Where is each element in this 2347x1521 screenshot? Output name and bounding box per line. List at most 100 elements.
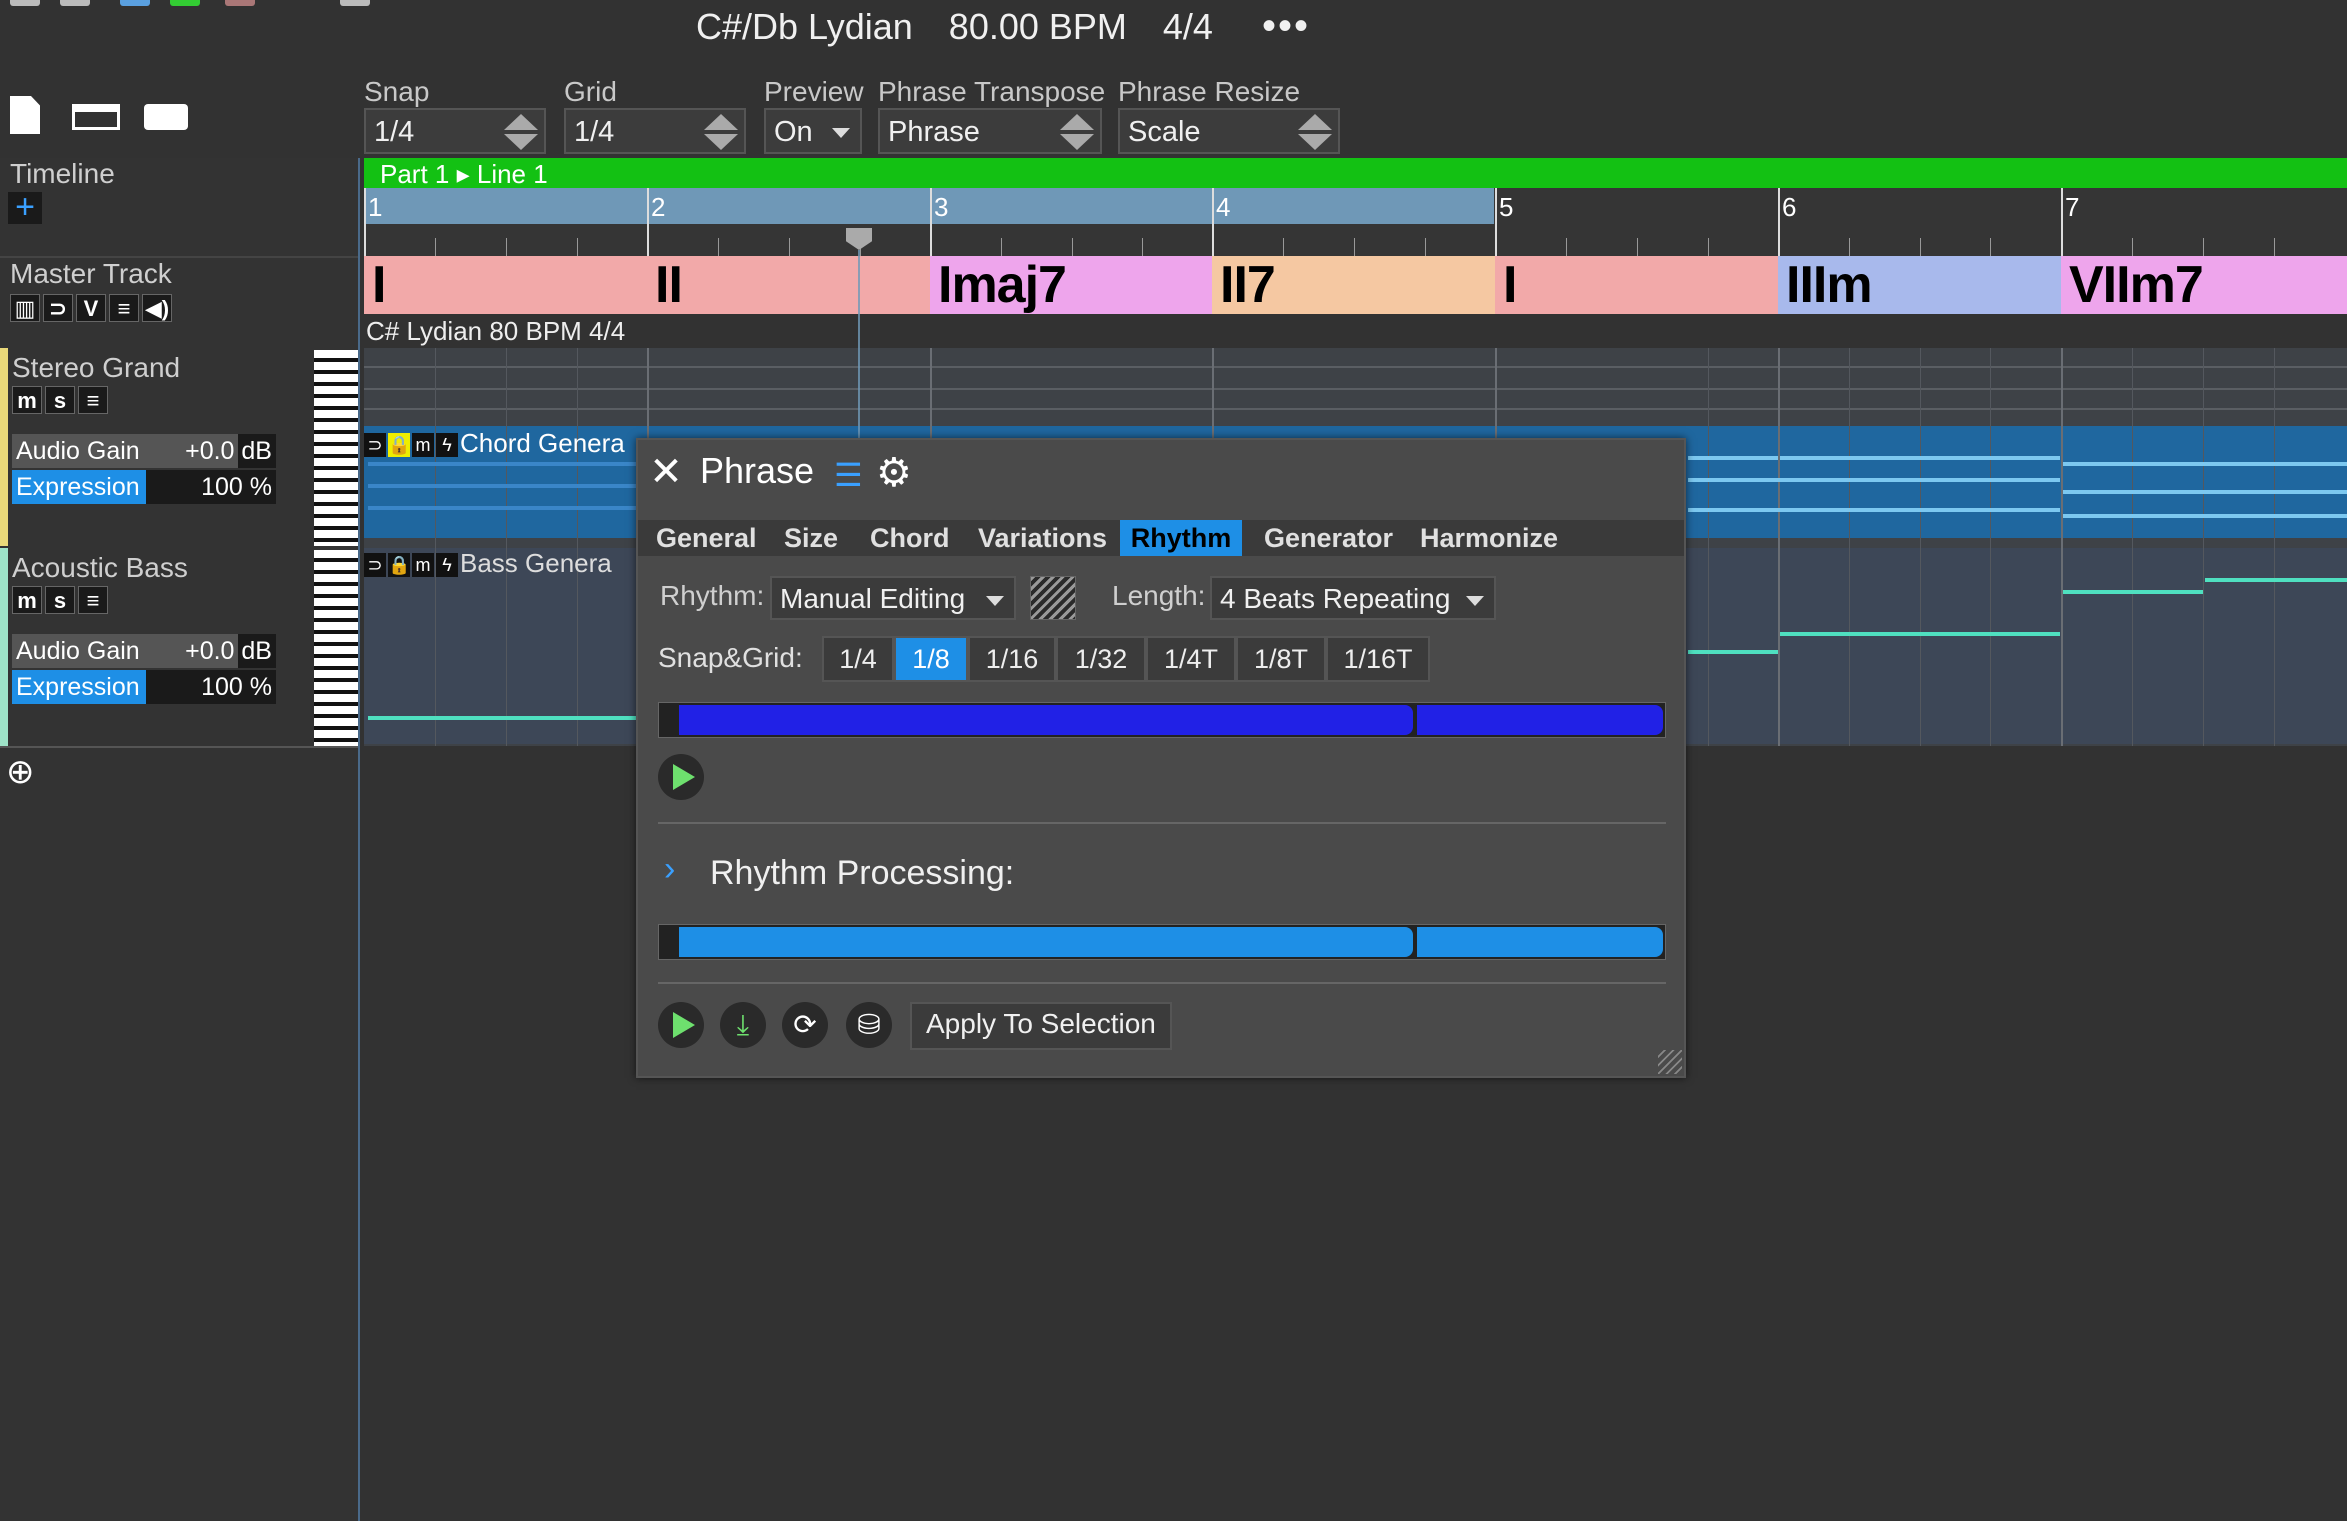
chord-region-header[interactable]: ⊃ 🔒 m ϟ Chord Genera xyxy=(364,428,625,458)
chord-block[interactable]: II7 xyxy=(1212,256,1495,314)
rhythm-note[interactable] xyxy=(1417,705,1663,735)
tab-rhythm[interactable]: Rhythm xyxy=(1120,520,1242,556)
chord-block[interactable]: II xyxy=(647,256,930,314)
loop-button[interactable]: ⊃ xyxy=(43,294,73,322)
bass-region-name: Bass Genera xyxy=(460,548,612,578)
loop-icon[interactable]: ⊃ xyxy=(364,553,386,578)
snap-spinner[interactable]: 1/4 xyxy=(364,108,546,154)
speaker-button[interactable]: ◀) xyxy=(142,294,172,322)
audio-gain-slider[interactable]: Audio Gain +0.0 dB xyxy=(12,634,276,668)
variation-button[interactable]: V xyxy=(76,294,106,322)
add-marker-icon[interactable]: + xyxy=(8,190,42,224)
tab-chord[interactable]: Chord xyxy=(864,520,955,556)
expression-slider[interactable]: Expression 100 % xyxy=(12,670,276,704)
record-icon[interactable] xyxy=(225,0,255,6)
tab-general[interactable]: General xyxy=(650,520,763,556)
snapgrid-option-1-8[interactable]: 1/8 xyxy=(894,636,968,682)
rhythm-dropdown[interactable]: Manual Editing xyxy=(770,576,1016,620)
spin-arrows-icon[interactable] xyxy=(1298,114,1332,150)
solo-button[interactable]: s xyxy=(45,586,75,614)
phrase-resize-spinner[interactable]: Scale xyxy=(1118,108,1340,154)
piano-keys[interactable] xyxy=(314,550,358,746)
phrase-transpose-spinner[interactable]: Phrase xyxy=(878,108,1102,154)
tab-variations[interactable]: Variations xyxy=(972,520,1113,556)
mute-button[interactable]: m xyxy=(12,586,42,614)
rhythm-database-icon[interactable] xyxy=(1030,576,1076,620)
loop-icon[interactable]: ⊃ xyxy=(364,433,386,458)
add-track-icon[interactable]: ⊕ xyxy=(6,752,35,792)
length-dropdown[interactable]: 4 Beats Repeating xyxy=(1210,576,1496,620)
mute-icon[interactable]: m xyxy=(412,433,434,458)
new-file-icon[interactable] xyxy=(10,96,40,134)
spin-arrows-icon[interactable] xyxy=(504,114,538,150)
play-from-start-icon[interactable]: ⤓ xyxy=(720,1002,766,1048)
piano-roll-button[interactable]: ▥ xyxy=(10,294,40,322)
rhythm-processing-label[interactable]: Rhythm Processing: xyxy=(710,854,1014,893)
close-icon[interactable]: ✕ xyxy=(644,450,688,494)
snapgrid-option-1-16[interactable]: 1/16 xyxy=(968,636,1056,682)
part-line-bar[interactable]: Part 1 ▸ Line 1 xyxy=(364,158,2347,189)
transport-icon[interactable] xyxy=(10,0,40,6)
chord-block[interactable]: I xyxy=(1495,256,1778,314)
chord-block[interactable]: IIIm xyxy=(1778,256,2061,314)
lightning-icon[interactable]: ϟ xyxy=(436,553,458,578)
add-to-database-icon[interactable]: ⛁ xyxy=(846,1002,892,1048)
lock-icon[interactable]: 🔒 xyxy=(388,433,410,458)
more-options-icon[interactable]: ••• xyxy=(1262,4,1310,49)
tab-harmonize[interactable]: Harmonize xyxy=(1414,520,1564,556)
bar-number: 5 xyxy=(1499,192,1514,222)
checklist-icon[interactable]: ☰ xyxy=(834,456,863,494)
lightning-icon[interactable]: ϟ xyxy=(436,433,458,458)
snapgrid-option-1-4[interactable]: 1/4 xyxy=(822,636,894,682)
chord-block[interactable]: Imaj7 xyxy=(930,256,1212,314)
gear-icon[interactable]: ⚙ xyxy=(876,450,912,496)
spin-arrows-icon[interactable] xyxy=(1060,114,1094,150)
snapgrid-option-1-16t[interactable]: 1/16T xyxy=(1326,636,1430,682)
snapgrid-label: Snap&Grid: xyxy=(658,642,803,673)
apply-to-selection-button[interactable]: Apply To Selection xyxy=(910,1002,1172,1050)
lock-icon[interactable]: 🔒 xyxy=(388,553,410,578)
snapgrid-option-1-32[interactable]: 1/32 xyxy=(1056,636,1146,682)
piano-keys[interactable] xyxy=(314,350,358,546)
menu-button[interactable]: ≡ xyxy=(109,294,139,322)
chord-block[interactable]: VIIm7 xyxy=(2061,256,2347,314)
loop-icon[interactable]: ⟳ xyxy=(782,1002,828,1048)
spin-arrows-icon[interactable] xyxy=(704,114,738,150)
track-name-stereo-grand[interactable]: Stereo Grand xyxy=(12,352,180,384)
track-buttons: m s ≡ xyxy=(12,586,111,614)
song-info[interactable]: C#/Db Lydian 80.00 BPM 4/4 xyxy=(696,6,1249,48)
transport-icon[interactable] xyxy=(340,0,370,6)
track-menu-button[interactable]: ≡ xyxy=(78,386,108,414)
track-color-strip xyxy=(0,548,8,746)
resize-grip-icon[interactable] xyxy=(1658,1050,1682,1074)
tab-size[interactable]: Size xyxy=(778,520,844,556)
windows-icon[interactable] xyxy=(72,104,120,130)
chevron-right-icon[interactable]: › xyxy=(664,850,675,889)
chevron-down-icon xyxy=(986,596,1004,606)
keyboard-icon[interactable] xyxy=(144,104,188,130)
transport-icon[interactable] xyxy=(120,0,150,6)
play-icon[interactable] xyxy=(170,0,200,6)
audio-gain-slider[interactable]: Audio Gain +0.0 dB xyxy=(12,434,276,468)
track-menu-button[interactable]: ≡ xyxy=(78,586,108,614)
grid-spinner[interactable]: 1/4 xyxy=(564,108,746,154)
preview-dropdown[interactable]: On xyxy=(764,108,862,154)
rhythm-note[interactable] xyxy=(679,705,1413,735)
loop-range[interactable] xyxy=(364,188,1494,224)
dialog-header[interactable]: ✕ Phrase ☰ ⚙ xyxy=(638,440,1684,516)
transport-icon[interactable] xyxy=(60,0,90,6)
expression-slider[interactable]: Expression 100 % xyxy=(12,470,276,504)
solo-button[interactable]: s xyxy=(45,386,75,414)
snapgrid-option-1-4t[interactable]: 1/4T xyxy=(1146,636,1236,682)
play-icon[interactable] xyxy=(658,1002,704,1048)
tab-generator[interactable]: Generator xyxy=(1258,520,1399,556)
track-name-acoustic-bass[interactable]: Acoustic Bass xyxy=(12,552,188,584)
snapgrid-option-1-8t[interactable]: 1/8T xyxy=(1236,636,1326,682)
play-icon[interactable] xyxy=(658,754,704,800)
rhythm-processing-preview xyxy=(658,924,1666,960)
chord-block[interactable]: I xyxy=(364,256,647,314)
mute-button[interactable]: m xyxy=(12,386,42,414)
bass-region-header[interactable]: ⊃ 🔒 m ϟ Bass Genera xyxy=(364,548,612,578)
rhythm-editor[interactable] xyxy=(658,702,1666,738)
mute-icon[interactable]: m xyxy=(412,553,434,578)
